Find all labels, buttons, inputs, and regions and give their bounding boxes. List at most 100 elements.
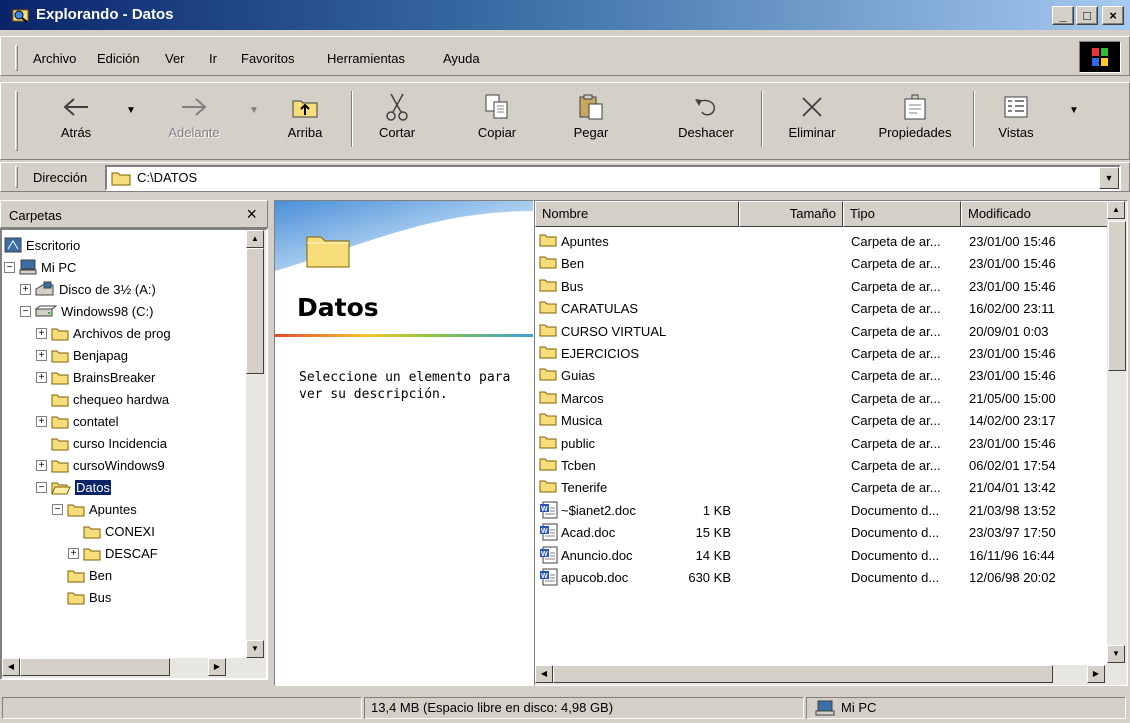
forward-dropdown-icon[interactable]: ▼ bbox=[249, 105, 259, 116]
toolbar-grip[interactable] bbox=[15, 91, 18, 151]
expand-icon[interactable]: + bbox=[36, 415, 47, 427]
expand-icon[interactable]: + bbox=[20, 283, 31, 295]
views-button[interactable]: Vistas bbox=[981, 89, 1051, 153]
tree-item-escritorio[interactable]: Escritorio bbox=[4, 234, 80, 256]
menu-ayuda[interactable]: Ayuda bbox=[443, 51, 480, 66]
forward-button[interactable]: Adelante bbox=[139, 89, 249, 153]
tree-item-cursowindows9[interactable]: + cursoWindows9 bbox=[36, 454, 165, 476]
tree-item-chequeo-hardwa[interactable]: chequeo hardwa bbox=[36, 388, 169, 410]
scroll-left-button[interactable]: ◀ bbox=[2, 658, 20, 676]
expand-icon[interactable]: + bbox=[68, 547, 79, 559]
tree-item-conexi[interactable]: CONEXI bbox=[68, 520, 155, 542]
expand-icon[interactable]: + bbox=[36, 371, 47, 383]
minimize-button[interactable]: _ bbox=[1052, 6, 1074, 25]
tree-item-brainsbreaker[interactable]: + BrainsBreaker bbox=[36, 366, 155, 388]
scroll-thumb[interactable] bbox=[553, 665, 1053, 683]
tree-horizontal-scrollbar[interactable]: ◀ ▶ bbox=[2, 658, 246, 678]
expand-icon[interactable]: + bbox=[36, 327, 47, 339]
file-row[interactable]: public Carpeta de ar... 23/01/00 15:46 bbox=[535, 433, 1111, 455]
scroll-down-button[interactable]: ▼ bbox=[1107, 645, 1125, 663]
scroll-up-button[interactable]: ▲ bbox=[1107, 201, 1125, 219]
tree-item-mi-pc[interactable]: − Mi PC bbox=[4, 256, 76, 278]
back-dropdown-icon[interactable]: ▼ bbox=[126, 105, 136, 116]
tree-item-apuntes[interactable]: − Apuntes bbox=[52, 498, 137, 520]
file-row[interactable]: W Acad.doc 15 KB Documento d... 23/03/97 17:… bbox=[535, 522, 1111, 544]
tree-vertical-scrollbar[interactable]: ▲ ▼ bbox=[246, 230, 266, 678]
scroll-right-button[interactable]: ▶ bbox=[208, 658, 226, 676]
delete-button[interactable]: Eliminar bbox=[769, 89, 855, 153]
column-header-name[interactable]: Nombre bbox=[535, 201, 739, 227]
menu-grip[interactable] bbox=[15, 45, 18, 71]
collapse-icon[interactable]: − bbox=[4, 261, 15, 273]
file-row[interactable]: Tenerife Carpeta de ar... 21/04/01 13:42 bbox=[535, 477, 1111, 499]
file-row[interactable]: EJERCICIOS Carpeta de ar... 23/01/00 15:46 bbox=[535, 343, 1111, 365]
collapse-icon[interactable]: − bbox=[52, 503, 63, 515]
column-header-type[interactable]: Tipo bbox=[843, 201, 961, 227]
column-header-modified[interactable]: Modificado bbox=[961, 201, 1111, 227]
folder-tree[interactable]: Bus Ben + DESCAF CONEXI − Apuntes − Datos + cursoW… bbox=[0, 228, 268, 680]
scroll-right-button[interactable]: ▶ bbox=[1087, 665, 1105, 683]
close-pane-icon[interactable]: × bbox=[246, 204, 257, 225]
menu-favoritos[interactable]: Favoritos bbox=[241, 51, 294, 66]
file-row[interactable]: Tcben Carpeta de ar... 06/02/01 17:54 bbox=[535, 455, 1111, 477]
tree-item-ben[interactable]: Ben bbox=[52, 564, 112, 586]
file-row[interactable]: W Anuncio.doc 14 KB Documento d... 16/11/96 … bbox=[535, 545, 1111, 567]
scroll-up-button[interactable]: ▲ bbox=[246, 230, 264, 248]
collapse-icon[interactable]: − bbox=[20, 305, 31, 317]
tree-item-curso-incidencia[interactable]: curso Incidencia bbox=[36, 432, 167, 454]
tree-item-contatel[interactable]: + contatel bbox=[36, 410, 119, 432]
expand-icon[interactable]: + bbox=[36, 459, 47, 471]
tree-item-disco-de-3-a[interactable]: + Disco de 3½ (A:) bbox=[20, 278, 156, 300]
scroll-thumb[interactable] bbox=[246, 248, 264, 374]
file-list-vertical-scrollbar[interactable]: ▲ ▼ bbox=[1107, 201, 1127, 665]
address-dropdown-button[interactable]: ▼ bbox=[1099, 167, 1119, 189]
title-bar[interactable]: Explorando - Datos _ □ × bbox=[0, 0, 1130, 30]
file-row[interactable]: Apuntes Carpeta de ar... 23/01/00 15:46 bbox=[535, 231, 1111, 253]
scroll-down-button[interactable]: ▼ bbox=[246, 640, 264, 658]
tree-item-archivos-de-prog[interactable]: + Archivos de prog bbox=[36, 322, 171, 344]
tree-item-descaf[interactable]: + DESCAF bbox=[68, 542, 158, 564]
address-grip[interactable] bbox=[15, 166, 18, 188]
file-list-horizontal-scrollbar[interactable]: ◀ ▶ bbox=[535, 665, 1127, 685]
expand-icon[interactable]: + bbox=[36, 349, 47, 361]
column-header-size[interactable]: Tamaño bbox=[739, 201, 843, 227]
collapse-icon[interactable]: − bbox=[36, 481, 47, 493]
file-row[interactable]: Guias Carpeta de ar... 23/01/00 15:46 bbox=[535, 365, 1111, 387]
file-row[interactable]: CARATULAS Carpeta de ar... 16/02/00 23:11 bbox=[535, 298, 1111, 320]
menu-ir[interactable]: Ir bbox=[209, 51, 217, 66]
tree-item-bus[interactable]: Bus bbox=[52, 586, 111, 608]
file-row[interactable]: Ben Carpeta de ar... 23/01/00 15:46 bbox=[535, 253, 1111, 275]
selection-description: Seleccione un elemento para ver su descr… bbox=[299, 370, 511, 402]
file-name: apucob.doc bbox=[561, 570, 629, 585]
menu-herramientas[interactable]: Herramientas bbox=[327, 51, 405, 66]
paste-button[interactable]: Pegar bbox=[551, 89, 631, 153]
scroll-left-button[interactable]: ◀ bbox=[535, 665, 553, 683]
copy-button[interactable]: Copiar bbox=[457, 89, 537, 153]
file-row[interactable]: Marcos Carpeta de ar... 21/05/00 15:00 bbox=[535, 388, 1111, 410]
file-row[interactable]: Musica Carpeta de ar... 14/02/00 23:17 bbox=[535, 410, 1111, 432]
cut-button[interactable]: Cortar bbox=[357, 89, 437, 153]
properties-button[interactable]: Propiedades bbox=[863, 89, 967, 153]
up-button[interactable]: Arriba bbox=[265, 89, 345, 153]
file-row[interactable]: CURSO VIRTUAL Carpeta de ar... 20/09/01 0:… bbox=[535, 321, 1111, 343]
back-button[interactable]: Atrás bbox=[41, 89, 111, 153]
scroll-thumb[interactable] bbox=[20, 658, 170, 676]
file-list[interactable]: Nombre Tamaño Tipo Modificado Wapucob.do… bbox=[534, 200, 1128, 686]
menu-ver[interactable]: Ver bbox=[165, 51, 185, 66]
tree-item-datos[interactable]: − Datos bbox=[36, 476, 111, 498]
undo-button[interactable]: Deshacer bbox=[661, 89, 751, 153]
maximize-button[interactable]: □ bbox=[1076, 6, 1098, 25]
file-row[interactable]: Bus Carpeta de ar... 23/01/00 15:46 bbox=[535, 276, 1111, 298]
file-name: Anuncio.doc bbox=[561, 547, 633, 563]
file-row[interactable]: Wapucob.doc 630 KB Documento d... 12/06/98 … bbox=[535, 567, 1111, 589]
address-input[interactable]: C:\DATOS ▼ bbox=[105, 165, 1121, 191]
close-button[interactable]: × bbox=[1102, 6, 1124, 25]
tree-item-windows98-c[interactable]: − Windows98 (C:) bbox=[20, 300, 153, 322]
file-row[interactable]: W ~$ianet2.doc 1 KB Documento d... 21/03/98 … bbox=[535, 500, 1111, 522]
scroll-thumb[interactable] bbox=[1108, 221, 1126, 371]
folder-icon bbox=[67, 568, 85, 583]
tree-item-benjapag[interactable]: + Benjapag bbox=[36, 344, 128, 366]
menu-archivo[interactable]: Archivo bbox=[33, 51, 76, 66]
views-dropdown-icon[interactable]: ▼ bbox=[1069, 105, 1079, 116]
menu-edicion[interactable]: Edición bbox=[97, 51, 140, 66]
